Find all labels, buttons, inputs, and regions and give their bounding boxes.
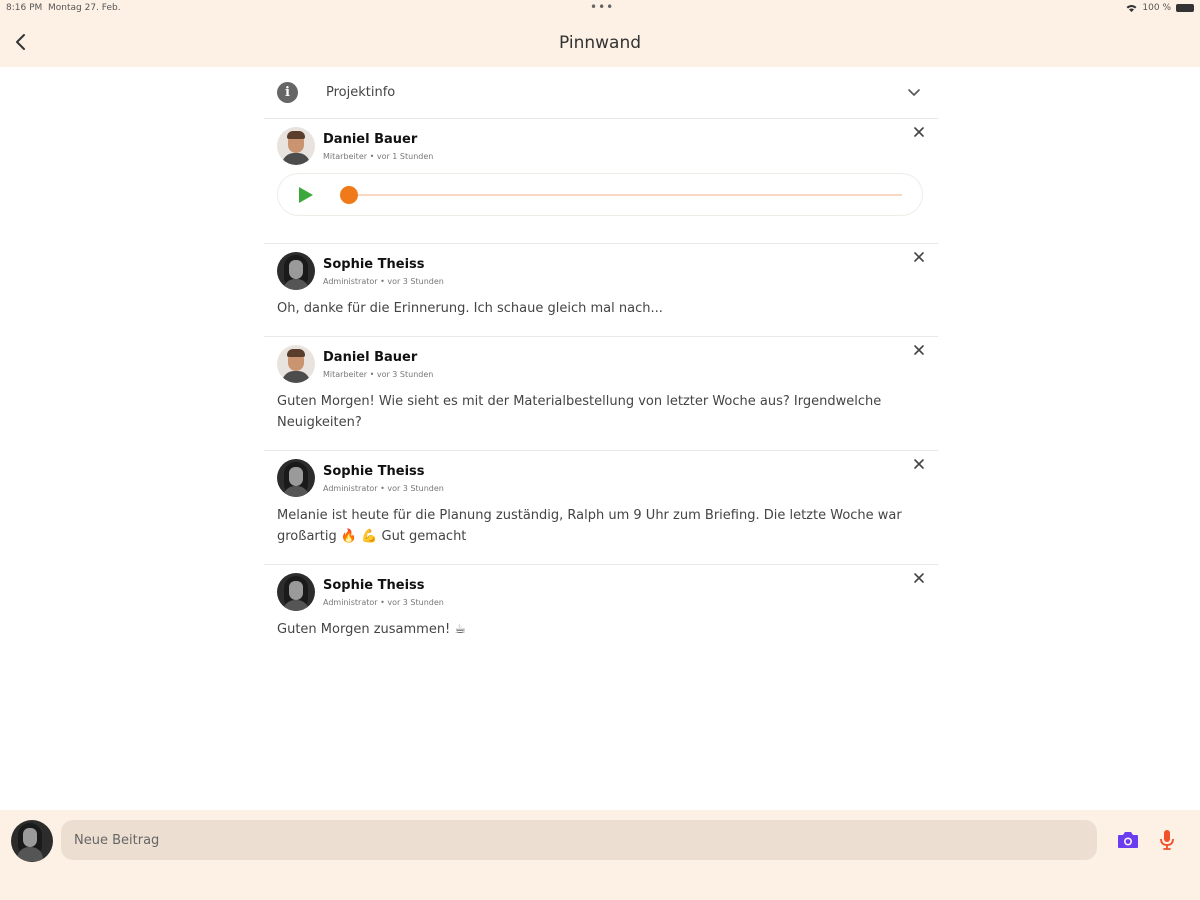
post-item: Sophie Theiss Administrator • vor 3 Stun… [264,451,938,565]
post-text: Oh, danke für die Erinnerung. Ich schaue… [277,301,663,316]
post-meta: Administrator • vor 3 Stunden [323,597,444,607]
close-icon[interactable] [912,571,926,585]
post-text: Guten Morgen! Wie sieht es mit der Mater… [277,394,882,430]
avatar[interactable] [277,573,315,611]
close-icon[interactable] [912,250,926,264]
close-icon[interactable] [912,125,926,139]
post-author: Sophie Theiss [323,577,425,593]
new-post-input[interactable]: Neue Beitrag [61,820,1097,860]
info-icon: i [277,82,298,103]
post-meta: Administrator • vor 3 Stunden [323,483,444,493]
play-icon[interactable] [298,186,314,204]
multitasking-dots[interactable]: ••• [590,0,614,14]
post-meta: Mitarbeiter • vor 1 Stunden [323,151,434,161]
project-info-label: Projektinfo [326,85,396,100]
chevron-down-icon[interactable] [908,88,920,97]
post-author: Daniel Bauer [323,131,418,147]
new-post-placeholder: Neue Beitrag [74,832,160,848]
project-info-toggle[interactable]: i Projektinfo [264,67,938,119]
page-title: Pinnwand [558,33,642,53]
status-right: 100 % [1126,3,1194,13]
post-item: Daniel Bauer Mitarbeiter • vor 3 Stunden… [264,337,938,451]
post-author: Daniel Bauer [323,349,418,365]
post-item: Sophie Theiss Administrator • vor 3 Stun… [264,565,938,657]
post-author: Sophie Theiss [323,256,425,272]
post-text: Guten Morgen zusammen! ☕ [277,622,467,637]
top-bar: 8:16 PM Montag 27. Feb. ••• 100 % Pinnwa… [0,0,1200,67]
status-time-date: 8:16 PM Montag 27. Feb. [6,3,121,13]
post-header: Daniel Bauer Mitarbeiter • vor 1 Stunden [277,127,925,165]
battery-icon [1176,4,1194,12]
avatar[interactable] [277,127,315,165]
post-meta: Administrator • vor 3 Stunden [323,276,444,286]
close-icon[interactable] [912,343,926,357]
post-author: Sophie Theiss [323,463,425,479]
post-header: Sophie Theiss Administrator • vor 3 Stun… [277,459,925,497]
post-header: Sophie Theiss Administrator • vor 3 Stun… [277,573,925,611]
avatar[interactable] [277,345,315,383]
battery-label: 100 % [1142,3,1171,13]
avatar[interactable] [277,252,315,290]
audio-scrubber-knob[interactable] [340,186,358,204]
audio-player [277,173,923,216]
audio-track[interactable] [340,194,902,196]
composer-bar: Neue Beitrag [0,810,1200,900]
close-icon[interactable] [912,457,926,471]
wifi-icon [1126,5,1137,12]
microphone-icon[interactable] [1159,829,1175,851]
post-item: Daniel Bauer Mitarbeiter • vor 1 Stunden [264,119,938,244]
post-header: Daniel Bauer Mitarbeiter • vor 3 Stunden [277,345,925,383]
status-date: Montag 27. Feb. [48,3,121,13]
post-text: Melanie ist heute für die Planung zustän… [277,508,902,544]
post-item: Sophie Theiss Administrator • vor 3 Stun… [264,244,938,337]
post-header: Sophie Theiss Administrator • vor 3 Stun… [277,252,925,290]
post-meta: Mitarbeiter • vor 3 Stunden [323,369,434,379]
status-time: 8:16 PM [6,3,43,13]
camera-icon[interactable] [1117,830,1139,849]
feed: i Projektinfo Daniel Bauer Mitarbeiter •… [264,67,938,657]
current-user-avatar[interactable] [11,820,53,862]
avatar[interactable] [277,459,315,497]
